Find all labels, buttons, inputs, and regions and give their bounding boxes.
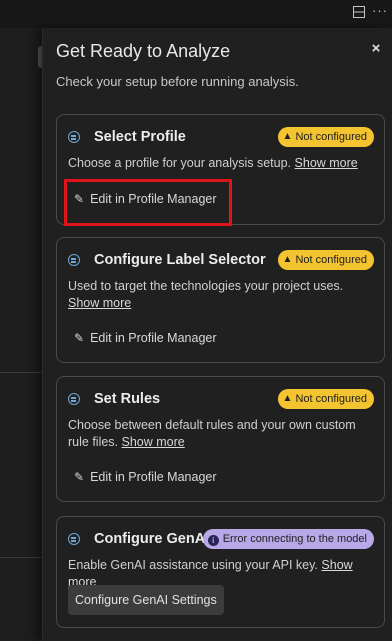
panel-subtitle: Check your setup before running analysis…: [56, 74, 299, 89]
edit-in-profile-manager-button[interactable]: ✎ Edit in Profile Manager: [74, 331, 217, 345]
step-icon: [68, 393, 80, 405]
divider: [0, 372, 44, 373]
card-title: Configure Label Selector: [94, 252, 266, 268]
configure-genai-card: Configure GenAI i Error connecting to the…: [56, 516, 385, 628]
configure-genai-settings-button[interactable]: Configure GenAI Settings: [68, 585, 224, 615]
warning-icon: ▲: [282, 393, 293, 404]
card-title: Select Profile: [94, 129, 186, 145]
pencil-icon: ✎: [74, 470, 85, 484]
show-more-link[interactable]: Show more: [295, 156, 358, 170]
analysis-setup-panel: Get Ready to Analyze × Check your setup …: [42, 28, 392, 641]
status-badge: ▲ Not configured: [277, 250, 374, 270]
card-description: Choose between default rules and your ow…: [68, 418, 356, 449]
set-rules-card: Set Rules ▲ Not configured Choose between…: [56, 376, 385, 502]
panel-title: Get Ready to Analyze: [56, 41, 231, 61]
card-description: Choose a profile for your analysis setup…: [68, 156, 358, 170]
card-title: Set Rules: [94, 391, 161, 407]
card-title: Configure GenAI: [94, 531, 210, 547]
step-icon: [68, 131, 80, 143]
more-icon[interactable]: ···: [372, 3, 388, 18]
close-button[interactable]: ×: [368, 41, 384, 57]
split-layout-icon[interactable]: [353, 6, 365, 21]
editor-background: [0, 28, 44, 641]
highlight-box: [64, 179, 232, 226]
edit-in-profile-manager-button[interactable]: ✎ Edit in Profile Manager: [74, 470, 217, 484]
title-bar: ···: [0, 0, 392, 28]
error-badge: i Error connecting to the model: [202, 529, 374, 549]
info-icon: i: [207, 535, 219, 546]
warning-icon: ▲: [282, 254, 293, 265]
show-more-link[interactable]: Show more: [68, 296, 131, 310]
divider: [0, 557, 44, 558]
step-icon: [68, 254, 80, 266]
status-badge: ▲ Not configured: [277, 389, 374, 409]
warning-icon: ▲: [282, 131, 293, 142]
step-icon: [68, 533, 80, 545]
status-badge: ▲ Not configured: [277, 127, 374, 147]
pencil-icon: ✎: [74, 331, 85, 345]
show-more-link[interactable]: Show more: [122, 435, 185, 449]
card-description: Used to target the technologies your pro…: [68, 279, 344, 310]
configure-label-selector-card: Configure Label Selector ▲ Not configured…: [56, 237, 385, 363]
